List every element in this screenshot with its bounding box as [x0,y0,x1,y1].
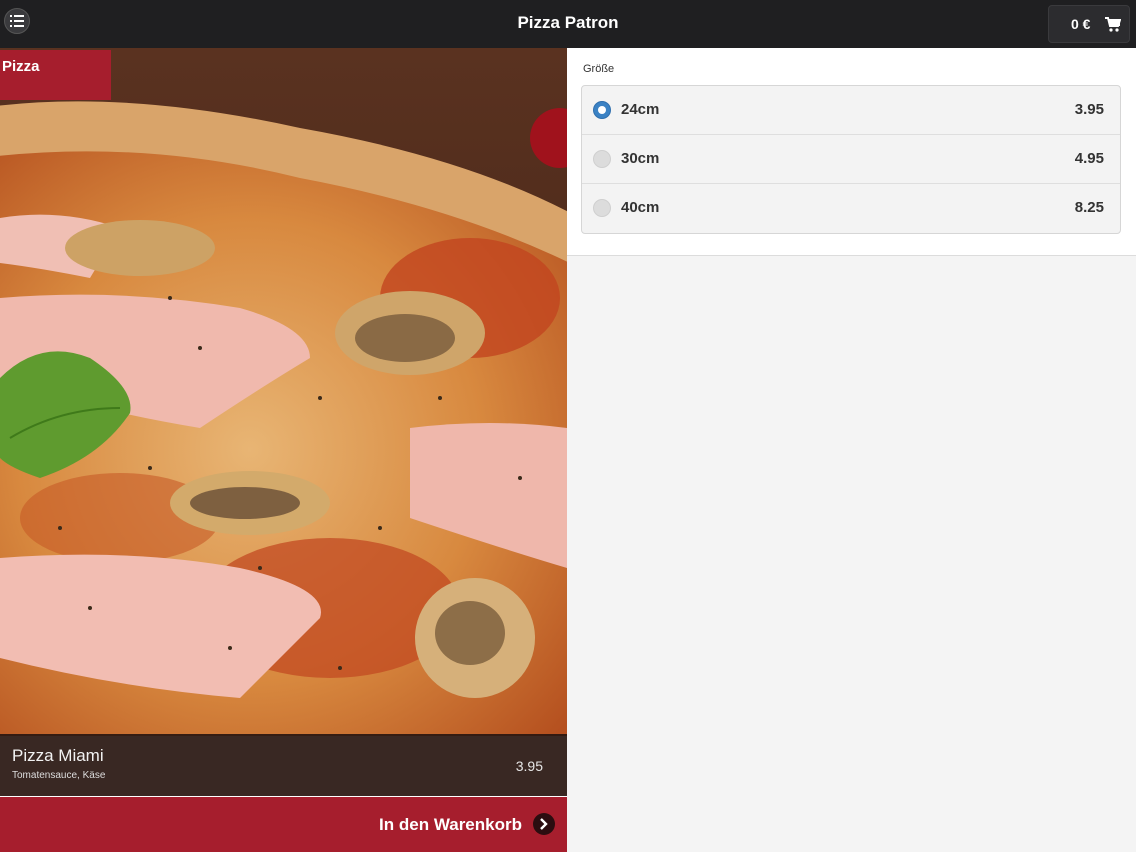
product-price: 3.95 [515,758,543,774]
option-label: 24cm [621,101,660,118]
app-title: Pizza Patron [517,13,619,32]
option-price: 8.25 [1074,199,1104,216]
size-options-section: Größe 24cm 3.95 30cm 4.95 40cm 8.25 [567,48,1136,256]
category-tag: Pizza [0,50,111,100]
option-label: 40cm [621,199,660,216]
radio-button[interactable] [593,150,611,168]
size-group-label: Größe [583,63,615,75]
cart-icon [1105,17,1121,32]
size-option-list: 24cm 3.95 30cm 4.95 40cm 8.25 [581,85,1121,234]
top-bar: Pizza Patron 0 € [0,0,1136,48]
product-name: Pizza Miami [12,746,104,765]
cart-total: 0 € [1071,16,1091,32]
product-description: Tomatensauce, Käse [12,770,106,781]
cart-button[interactable]: 0 € [1048,5,1130,43]
radio-button[interactable] [593,101,611,119]
radio-button[interactable] [593,199,611,217]
size-option-30cm[interactable]: 30cm 4.95 [582,135,1120,184]
product-panel: Pizza Pizza Miami Tomatensauce, Käse 3.9… [0,48,567,852]
option-label: 30cm [621,150,660,167]
product-caption: Pizza Miami Tomatensauce, Käse 3.95 [0,734,567,796]
size-option-40cm[interactable]: 40cm 8.25 [582,184,1120,233]
option-price: 4.95 [1074,150,1104,167]
add-to-cart-label: In den Warenkorb [379,815,522,834]
options-panel: Größe 24cm 3.95 30cm 4.95 40cm 8.25 [567,48,1136,852]
size-option-24cm[interactable]: 24cm 3.95 [582,86,1120,135]
chevron-right-icon [533,813,555,835]
add-to-cart-button[interactable]: In den Warenkorb [0,797,567,852]
product-image [0,48,567,736]
option-price: 3.95 [1074,101,1104,118]
